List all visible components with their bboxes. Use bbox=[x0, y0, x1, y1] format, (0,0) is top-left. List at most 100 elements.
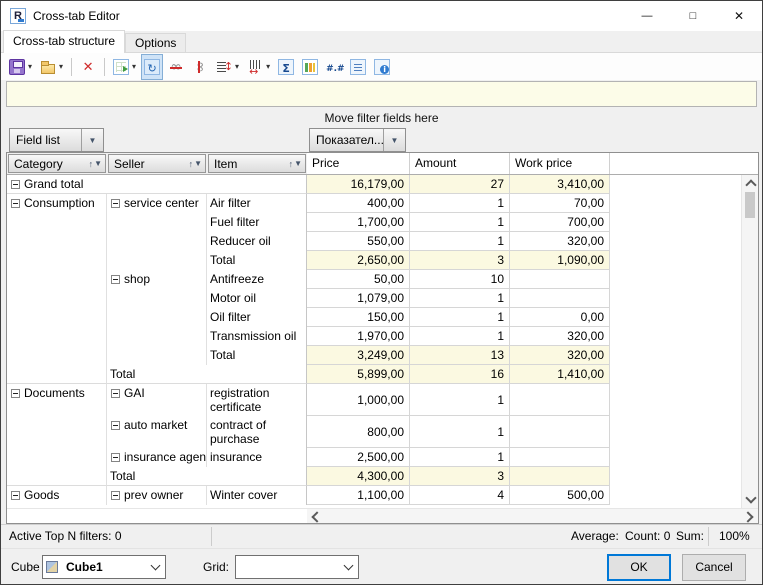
collapse-icon[interactable] bbox=[11, 491, 20, 500]
open-button[interactable]: ▾ bbox=[37, 54, 66, 80]
measures-button[interactable]: Показател... ▼ bbox=[309, 128, 406, 152]
table-row[interactable]: Total2,650,0031,090,00 bbox=[7, 251, 610, 270]
cube-select[interactable]: Cube1 bbox=[42, 555, 166, 579]
scrollbar-thumb[interactable] bbox=[745, 192, 755, 218]
text-style-button[interactable] bbox=[347, 54, 369, 80]
tree-cell: Antifreeze bbox=[207, 270, 307, 289]
tree-label: Winter cover bbox=[210, 488, 277, 502]
table-row[interactable]: Reducer oil550,001320,00 bbox=[7, 232, 610, 251]
dropdown-arrow-icon[interactable]: ▾ bbox=[28, 62, 32, 71]
collapse-icon[interactable] bbox=[111, 421, 120, 430]
edit-fields-button[interactable]: ▾ bbox=[110, 54, 139, 80]
column-header-amount[interactable]: Amount bbox=[410, 153, 510, 174]
row-header-seller[interactable]: Seller↑▼ bbox=[108, 154, 206, 173]
table-row[interactable]: Goodsprev ownerWinter cover1,100,004500,… bbox=[7, 486, 610, 505]
grid-bottom-strip bbox=[7, 508, 758, 523]
chevron-down-icon[interactable]: ▼ bbox=[383, 129, 405, 151]
table-row[interactable]: Oil filter150,0010,00 bbox=[7, 308, 610, 327]
active-filters-status: Active Top N filters: 0 bbox=[9, 529, 122, 543]
close-button[interactable]: ✕ bbox=[716, 1, 762, 31]
table-row[interactable]: Total4,300,003 bbox=[7, 467, 610, 486]
cell-price: 3,249,00 bbox=[307, 346, 410, 365]
dropdown-arrow-icon[interactable]: ▾ bbox=[266, 62, 270, 71]
dropdown-arrow-icon[interactable]: ▾ bbox=[235, 62, 239, 71]
delete-button[interactable] bbox=[77, 54, 99, 80]
table-row[interactable]: Fuel filter1,700,001700,00 bbox=[7, 213, 610, 232]
tab-options[interactable]: Options bbox=[125, 33, 186, 52]
chevron-down-icon[interactable]: ▼ bbox=[293, 159, 305, 168]
table-row[interactable]: DocumentsGAIregistration certificate1,00… bbox=[7, 384, 610, 416]
column-size-button[interactable]: ▾ bbox=[244, 54, 273, 80]
cancel-button[interactable]: Cancel bbox=[682, 554, 746, 581]
row-size-button[interactable]: ▾ bbox=[213, 54, 242, 80]
table-row[interactable]: Motor oil1,079,001 bbox=[7, 289, 610, 308]
dropdown-arrow-icon[interactable]: ▾ bbox=[132, 62, 136, 71]
cell-work-price: 3,410,00 bbox=[510, 175, 610, 194]
collapse-icon[interactable] bbox=[111, 491, 120, 500]
minimize-button[interactable]: — bbox=[624, 1, 670, 31]
field-list-button[interactable]: Field list ▼ bbox=[9, 128, 104, 152]
tree-cell: Total bbox=[107, 467, 307, 486]
column-header-price[interactable]: Price bbox=[307, 153, 410, 174]
tree-label: Fuel filter bbox=[210, 215, 259, 229]
join-cells-horizontal-button[interactable] bbox=[165, 54, 187, 80]
horizontal-scrollbar[interactable] bbox=[307, 508, 758, 523]
tree-cell bbox=[7, 346, 107, 365]
tree-cell: Air filter bbox=[207, 194, 307, 213]
scroll-right-icon[interactable] bbox=[742, 511, 753, 522]
cell-price: 1,000,00 bbox=[307, 384, 410, 416]
table-row[interactable]: Total3,249,0013320,00 bbox=[7, 346, 610, 365]
collapse-icon[interactable] bbox=[111, 389, 120, 398]
chevron-down-icon[interactable] bbox=[339, 565, 358, 569]
chevron-down-icon[interactable]: ▼ bbox=[81, 129, 103, 151]
vertical-scrollbar[interactable] bbox=[741, 175, 758, 508]
collapse-icon[interactable] bbox=[111, 453, 120, 462]
grid-rows: Grand total16,179,00273,410,00Consumptio… bbox=[7, 175, 610, 508]
zoom-level: 100% bbox=[719, 529, 750, 543]
cell-amount: 4 bbox=[410, 486, 510, 505]
save-button[interactable]: ▾ bbox=[6, 54, 35, 80]
maximize-button[interactable]: □ bbox=[670, 1, 716, 31]
collapse-icon[interactable] bbox=[11, 389, 20, 398]
chart-button[interactable] bbox=[299, 54, 321, 80]
table-row[interactable]: auto marketcontract of purchase800,001 bbox=[7, 416, 610, 448]
table-row[interactable]: shopAntifreeze50,0010 bbox=[7, 270, 610, 289]
info-button[interactable] bbox=[371, 54, 393, 80]
tree-label: Total bbox=[110, 367, 135, 381]
collapse-icon[interactable] bbox=[111, 275, 120, 284]
table-row[interactable]: insurance agentinsurance2,500,001 bbox=[7, 448, 610, 467]
swap-rows-columns-button[interactable] bbox=[141, 54, 163, 80]
cell-work-price: 0,00 bbox=[510, 308, 610, 327]
table-row[interactable]: Transmission oil1,970,001320,00 bbox=[7, 327, 610, 346]
cell-price: 16,179,00 bbox=[307, 175, 410, 194]
dropdown-arrow-icon[interactable]: ▾ bbox=[59, 62, 63, 71]
chevron-down-icon[interactable]: ▼ bbox=[93, 159, 105, 168]
tree-label: Consumption bbox=[24, 196, 95, 210]
aggregate-sigma-button[interactable] bbox=[275, 54, 297, 80]
cell-work-price bbox=[510, 416, 610, 448]
column-header-work-price[interactable]: Work price bbox=[510, 153, 610, 174]
table-row[interactable]: Grand total16,179,00273,410,00 bbox=[7, 175, 610, 194]
collapse-icon[interactable] bbox=[11, 199, 20, 208]
scroll-up-icon[interactable] bbox=[745, 179, 756, 190]
row-header-category[interactable]: Category↑▼ bbox=[8, 154, 106, 173]
ok-button[interactable]: OK bbox=[607, 554, 671, 581]
collapse-icon[interactable] bbox=[111, 199, 120, 208]
table-row[interactable]: Total5,899,00161,410,00 bbox=[7, 365, 610, 384]
scroll-down-icon[interactable] bbox=[745, 492, 756, 503]
join-cells-vertical-button[interactable] bbox=[189, 54, 211, 80]
chevron-down-icon[interactable]: ▼ bbox=[193, 159, 205, 168]
grid-select[interactable] bbox=[235, 555, 359, 579]
filter-input[interactable] bbox=[6, 81, 757, 107]
table-row[interactable]: Consumptionservice centerAir filter400,0… bbox=[7, 194, 610, 213]
tree-cell: insurance agent bbox=[107, 448, 207, 467]
cell-work-price bbox=[510, 448, 610, 467]
chevron-down-icon[interactable] bbox=[146, 565, 165, 569]
scroll-left-icon[interactable] bbox=[311, 511, 322, 522]
tree-cell bbox=[7, 448, 107, 467]
tab-cross-tab-structure[interactable]: Cross-tab structure bbox=[3, 30, 125, 53]
collapse-icon[interactable] bbox=[11, 180, 20, 189]
row-header-item[interactable]: Item↑▼ bbox=[208, 154, 306, 173]
cell-work-price: 500,00 bbox=[510, 486, 610, 505]
number-format-button[interactable] bbox=[323, 54, 345, 80]
